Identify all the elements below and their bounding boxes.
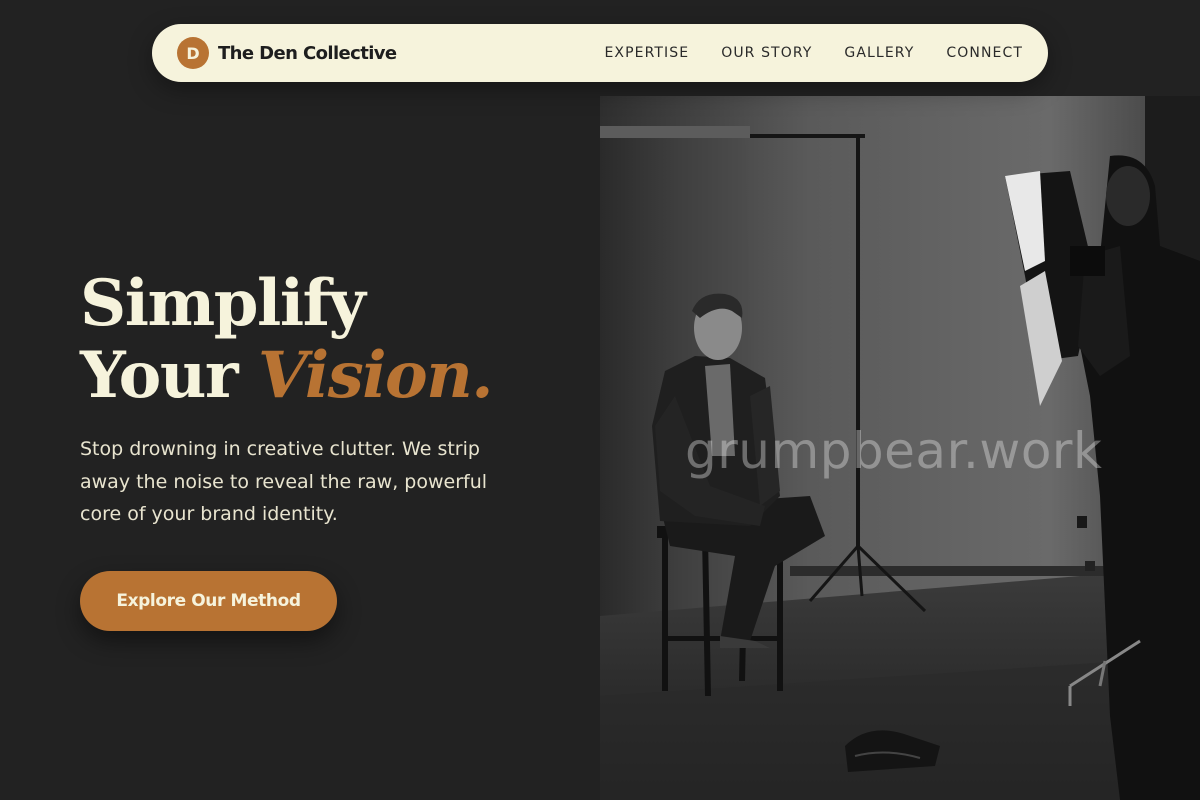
nav-link-gallery[interactable]: GALLERY — [844, 45, 914, 61]
nav-link-our-story[interactable]: OUR STORY — [721, 45, 812, 61]
watermark-text: grumpbear.work — [685, 422, 1103, 480]
nav-link-connect[interactable]: CONNECT — [946, 45, 1023, 61]
hero-subtitle: Stop drowning in creative clutter. We st… — [80, 438, 488, 525]
nav-links: EXPERTISE OUR STORY GALLERY CONNECT — [604, 45, 1023, 61]
hero-title-line1: Simplify — [80, 266, 366, 341]
nav-link-expertise[interactable]: EXPERTISE — [604, 45, 689, 61]
top-navbar: D The Den Collective EXPERTISE OUR STORY… — [152, 24, 1048, 82]
hero-title-line2-plain: Your — [80, 338, 258, 413]
logo-mark-icon: D — [177, 37, 209, 69]
hero-title: Simplify Your Vision. — [80, 266, 494, 413]
brand-logo-link[interactable]: D The Den Collective — [177, 37, 397, 69]
brand-name: The Den Collective — [218, 42, 397, 64]
explore-method-button[interactable]: Explore Our Method — [80, 571, 337, 631]
hero-title-line2-accent: Vision. — [257, 338, 494, 413]
hero-photo: grumpbear.work — [600, 96, 1200, 800]
